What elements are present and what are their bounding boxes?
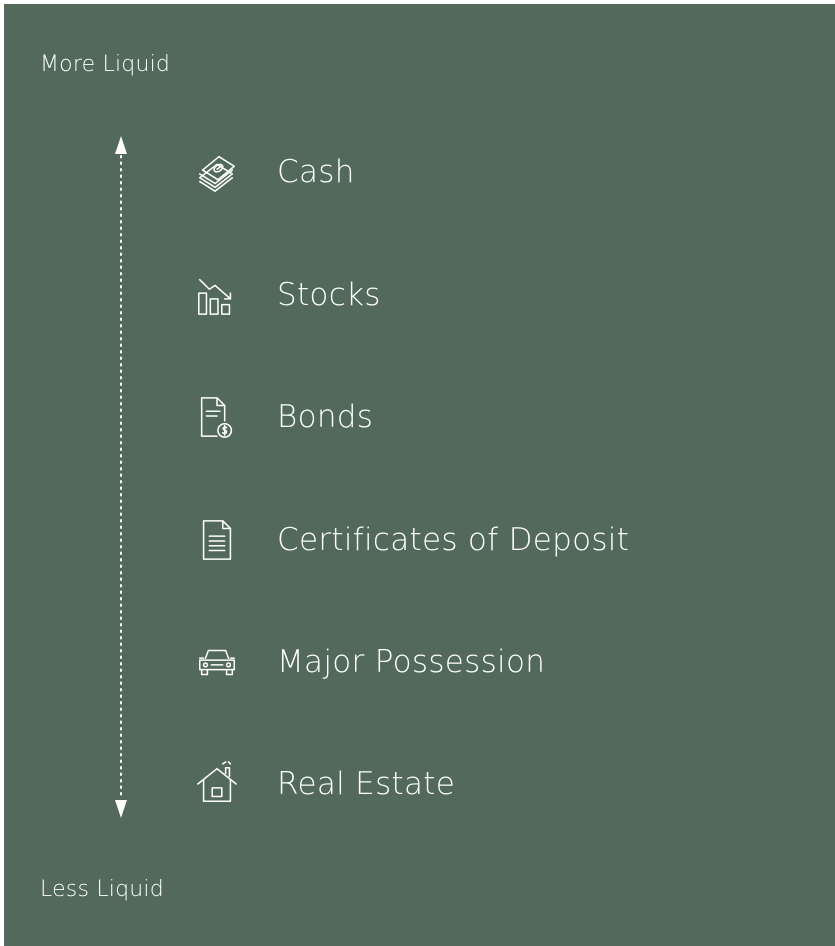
house-icon [192,759,242,809]
item-label-stocks: Stocks [277,277,381,313]
item-label-major-possession: Major Possession [277,644,546,680]
list-item-cash: Cash [192,147,355,197]
item-label-cash: Cash [277,154,355,190]
document-icon [192,515,242,565]
cash-icon [192,147,242,197]
item-label-bonds: Bonds [277,399,374,435]
list-item-real-estate: Real Estate [192,759,455,809]
liquidity-diagram: More Liquid Cash Stocks Bonds Certificat… [4,4,835,946]
less-liquid-label: Less Liquid [40,877,164,902]
item-label-certificates-of-deposit: Certificates of Deposit [277,522,630,558]
bond-document-icon [192,392,242,442]
item-label-real-estate: Real Estate [277,766,456,802]
list-item-certificates-of-deposit: Certificates of Deposit [192,515,629,565]
asset-list: Cash Stocks Bonds Certificates of Deposi… [4,4,835,946]
car-icon [192,637,242,687]
stocks-icon [192,270,242,320]
list-item-bonds: Bonds [192,392,373,442]
list-item-major-possession: Major Possession [192,637,545,687]
list-item-stocks: Stocks [192,270,381,320]
